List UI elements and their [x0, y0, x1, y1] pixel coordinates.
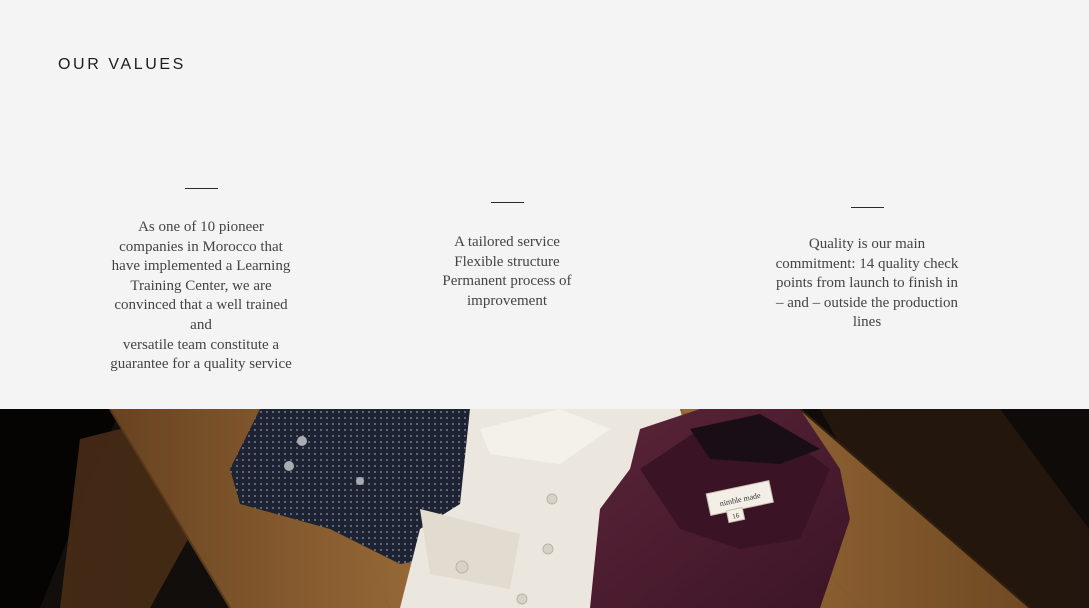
value-text: A tailored service Flexible structure Pe… [442, 234, 572, 309]
value-text: As one of 10 pioneer companies in Morocc… [110, 219, 292, 373]
value-item-tailored-service: A tailored service Flexible structure Pe… [427, 202, 587, 311]
shirts-on-table-photo: nimble made 16 [0, 409, 1089, 608]
value-divider [490, 202, 524, 203]
value-text: Quality is our main commitment: 14 quali… [775, 236, 959, 331]
value-divider [850, 207, 884, 208]
value-item-quality: Quality is our main commitment: 14 quali… [762, 207, 972, 333]
our-values-section: OUR VALUES As one of 10 pioneer companie… [0, 0, 1089, 409]
value-item-learning-center: As one of 10 pioneer companies in Morocc… [98, 188, 304, 375]
value-divider [184, 188, 218, 189]
section-title: OUR VALUES [58, 56, 186, 73]
